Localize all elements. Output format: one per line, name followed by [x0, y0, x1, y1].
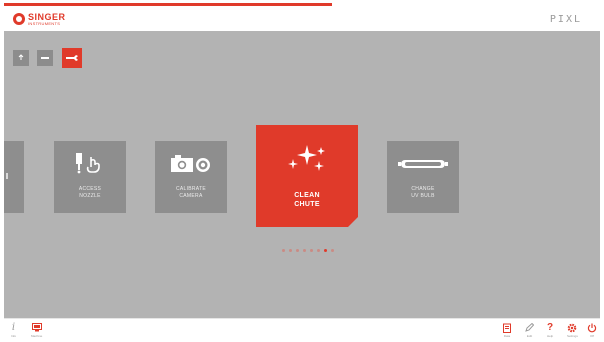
monitor-icon: [31, 322, 42, 333]
upload-icon: [18, 54, 24, 60]
singer-logo: SINGER INSTRUMENTS: [13, 12, 66, 26]
help-label: Help: [547, 334, 554, 338]
page-dot-active[interactable]: [324, 249, 327, 252]
settings-icon: [567, 322, 577, 333]
carousel-card-previous[interactable]: [4, 141, 24, 213]
camera-icon: [171, 155, 210, 172]
page-dot[interactable]: [310, 249, 313, 252]
page-dot[interactable]: [296, 249, 299, 252]
carousel-card-change-uv-bulb[interactable]: CHANGE UV BULB: [387, 141, 459, 213]
singer-logo-icon: [13, 13, 25, 25]
card-label-line1: CALIBRATE: [175, 186, 207, 192]
machine-button[interactable]: Machine: [31, 322, 42, 338]
pencil-icon: [525, 322, 534, 333]
page-dot[interactable]: [317, 249, 320, 252]
card-label-line1: ACCESS: [78, 186, 102, 192]
nozzle-hand-icon: [76, 153, 100, 174]
card-label-line1: CHANGE: [411, 186, 435, 192]
power-label: Off: [590, 334, 594, 338]
minus-mode-button[interactable]: [37, 50, 53, 66]
page-dot[interactable]: [289, 249, 292, 252]
card-label-line2: CAMERA: [179, 193, 203, 199]
data-label: Data: [503, 334, 511, 338]
edit-label: Edit: [526, 334, 533, 338]
main-panel: ACCESS NOZZLE CALIBRATE CAMERA CLEAN CHU…: [4, 31, 600, 318]
power-button[interactable]: Off: [587, 322, 597, 338]
page-dot[interactable]: [303, 249, 306, 252]
minus-icon: [41, 57, 49, 59]
edit-button[interactable]: Edit: [525, 322, 534, 338]
clipboard-icon: [503, 322, 511, 333]
upload-mode-button[interactable]: [13, 50, 29, 66]
logo-sub-text: INSTRUMENTS: [28, 20, 61, 26]
info-button[interactable]: i Info: [11, 322, 16, 338]
power-icon: [587, 322, 597, 333]
card-label-line1: CLEAN: [294, 192, 320, 199]
carousel-card-calibrate-camera[interactable]: CALIBRATE CAMERA: [155, 141, 227, 213]
carousel-card-access-nozzle[interactable]: ACCESS NOZZLE: [54, 141, 126, 213]
product-logo: PIXL: [549, 14, 582, 25]
app-window: SINGER INSTRUMENTS PIXL ACCESS NOZZLE CA…: [4, 3, 600, 340]
help-icon: ?: [547, 321, 554, 333]
settings-label: Settings: [567, 334, 578, 338]
data-button[interactable]: Data: [503, 322, 511, 338]
page-dot[interactable]: [331, 249, 334, 252]
info-label: Info: [11, 334, 17, 338]
sparkle-icon: [288, 145, 325, 171]
card-label-line2: NOZZLE: [79, 193, 101, 199]
settings-button[interactable]: Settings: [567, 322, 578, 338]
carousel-card-clean-chute[interactable]: CLEAN CHUTE: [256, 125, 358, 227]
card-corner-fold: [348, 217, 358, 227]
card-label-line2: UV BULB: [411, 193, 435, 199]
help-button[interactable]: ? Help: [547, 322, 553, 338]
page-dot[interactable]: [282, 249, 285, 252]
header-accent-line: [4, 3, 600, 6]
uv-bulb-icon: [398, 160, 448, 168]
carousel-pagination: [282, 249, 334, 252]
card-label-line2: CHUTE: [294, 201, 320, 208]
chevron-icon: [6, 173, 8, 179]
info-icon: i: [11, 321, 16, 333]
machine-label: Machine: [31, 334, 43, 338]
header-bar: SINGER INSTRUMENTS PIXL: [4, 3, 600, 31]
footer-bar: i Info Machine Data Edit ? Help Settings…: [4, 318, 600, 340]
wrench-icon: [66, 55, 78, 61]
maintenance-mode-button[interactable]: [62, 48, 82, 68]
